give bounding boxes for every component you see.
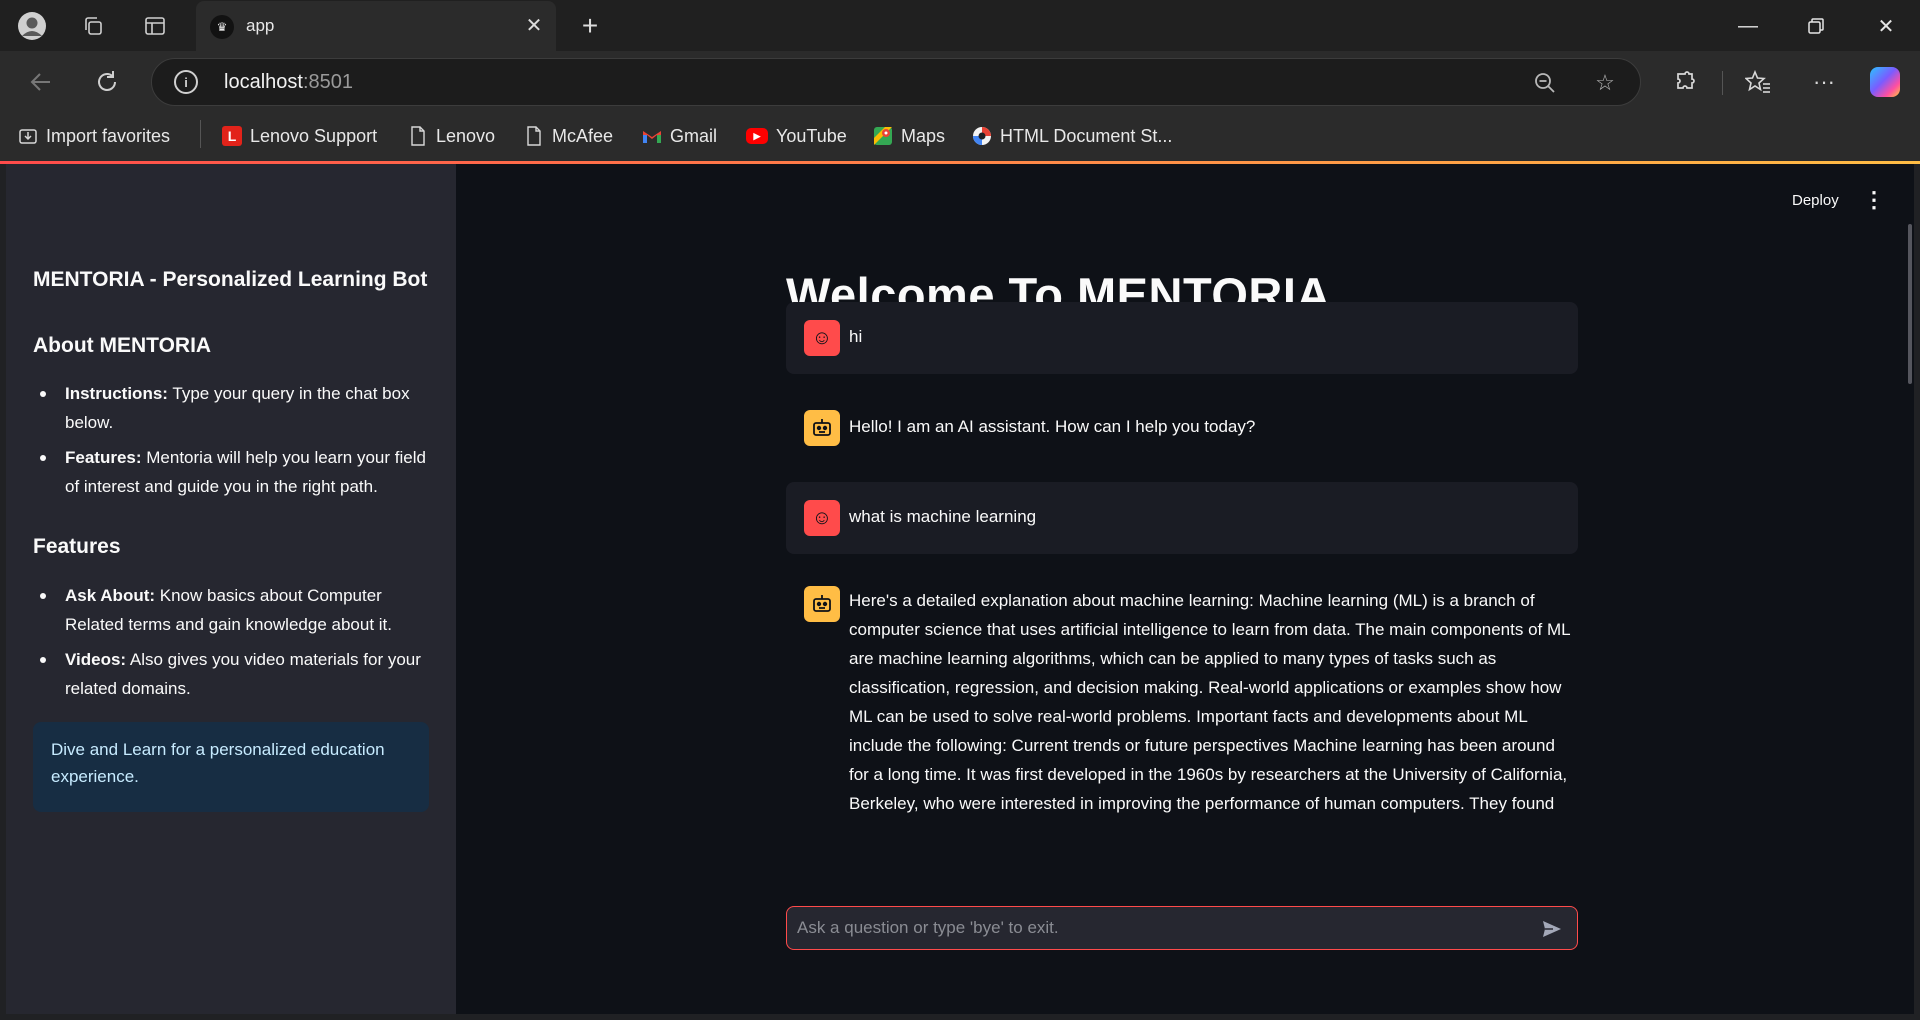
youtube-icon: ▶ — [746, 128, 768, 144]
import-icon — [18, 126, 38, 146]
tab-actions-icon[interactable] — [139, 10, 171, 42]
user-face-icon: ☺ — [804, 500, 840, 536]
profile-avatar-icon[interactable] — [16, 10, 48, 42]
browser-titlebar: ♛ app ✕ + — ✕ — [0, 0, 1920, 51]
features-list: Ask About: Know basics about Computer Re… — [33, 581, 433, 709]
info-box: Dive and Learn for a personalized educat… — [33, 722, 429, 812]
bookmark-import-favorites[interactable]: Import favorites — [18, 123, 170, 149]
close-tab-icon[interactable]: ✕ — [522, 13, 546, 37]
kebab-menu-icon[interactable]: ⋮ — [1862, 186, 1886, 214]
bookmarks-separator — [200, 120, 201, 148]
document-icon — [972, 126, 992, 146]
robot-icon — [804, 410, 840, 446]
send-icon[interactable] — [1537, 914, 1567, 944]
bookmarks-bar: Import favorites L Lenovo Support Lenovo… — [0, 111, 1920, 161]
features-heading: Features — [33, 535, 121, 558]
maps-icon — [873, 126, 893, 146]
address-bar[interactable]: i localhost:8501 ☆ — [151, 58, 1641, 106]
page-icon — [524, 126, 544, 146]
message-text: hi — [849, 327, 863, 346]
more-options-icon[interactable]: ··· — [1808, 66, 1840, 98]
list-item: Ask About: Know basics about Computer Re… — [33, 581, 433, 639]
bookmark-html-document[interactable]: HTML Document St... — [972, 123, 1172, 149]
url-text[interactable]: localhost:8501 — [224, 71, 353, 94]
chat-input[interactable] — [797, 907, 1527, 949]
favorites-icon[interactable] — [1742, 66, 1774, 98]
message-text: what is machine learning — [849, 507, 1037, 526]
list-item: Videos: Also gives you video materials f… — [33, 645, 433, 703]
sidebar-title: MENTORIA - Personalized Learning Bot — [33, 268, 428, 291]
browser-toolbar: i localhost:8501 ☆ ··· — [0, 51, 1920, 111]
message-text: Here's a detailed explanation about mach… — [849, 591, 1570, 813]
chat-message-user: ☺ hi — [786, 302, 1578, 374]
lenovo-logo-icon: L — [222, 126, 242, 146]
workspaces-icon[interactable] — [77, 10, 109, 42]
bookmark-lenovo[interactable]: Lenovo — [408, 123, 495, 149]
page-icon — [408, 126, 428, 146]
chat-message-assistant: Here's a detailed explanation about mach… — [786, 566, 1578, 896]
gmail-icon — [642, 126, 662, 146]
user-face-icon: ☺ — [804, 320, 840, 356]
about-heading: About MENTORIA — [33, 334, 212, 357]
list-item: Instructions: Type your query in the cha… — [33, 379, 433, 437]
minimize-icon[interactable]: — — [1728, 8, 1768, 44]
toolbar-divider — [1722, 71, 1723, 95]
close-window-icon[interactable]: ✕ — [1866, 8, 1906, 44]
message-text: Hello! I am an AI assistant. How can I h… — [849, 417, 1256, 436]
chat-message-user: ☺ what is machine learning — [786, 482, 1578, 554]
restore-icon[interactable] — [1796, 8, 1836, 44]
streamlit-app: MENTORIA - Personalized Learning Bot Abo… — [6, 164, 1914, 1014]
favorite-star-icon[interactable]: ☆ — [1590, 68, 1620, 98]
bookmark-lenovo-support[interactable]: L Lenovo Support — [222, 123, 377, 149]
zoom-out-icon[interactable] — [1530, 68, 1560, 98]
refresh-icon[interactable] — [88, 63, 126, 101]
bookmark-gmail[interactable]: Gmail — [642, 123, 717, 149]
new-tab-icon[interactable]: + — [574, 10, 606, 42]
streamlit-crown-icon: ♛ — [210, 15, 234, 39]
chat-message-assistant: Hello! I am an AI assistant. How can I h… — [786, 392, 1578, 464]
scrollbar[interactable] — [1908, 224, 1912, 384]
bookmark-mcafee[interactable]: McAfee — [524, 123, 613, 149]
chat-input-container — [786, 906, 1578, 950]
site-info-icon[interactable]: i — [174, 70, 198, 94]
list-item: Features: Mentoria will help you learn y… — [33, 443, 433, 501]
copilot-icon[interactable] — [1870, 67, 1900, 97]
extensions-icon[interactable] — [1670, 66, 1702, 98]
robot-icon — [804, 586, 840, 622]
sidebar: MENTORIA - Personalized Learning Bot Abo… — [6, 164, 456, 1014]
tab-title: app — [246, 16, 275, 35]
bookmark-maps[interactable]: Maps — [873, 123, 945, 149]
back-arrow-icon[interactable] — [22, 63, 60, 101]
tab-app[interactable]: ♛ app ✕ — [196, 1, 556, 51]
about-list: Instructions: Type your query in the cha… — [33, 379, 433, 507]
bookmark-youtube[interactable]: ▶ YouTube — [746, 123, 847, 149]
deploy-button[interactable]: Deploy — [1792, 192, 1839, 209]
